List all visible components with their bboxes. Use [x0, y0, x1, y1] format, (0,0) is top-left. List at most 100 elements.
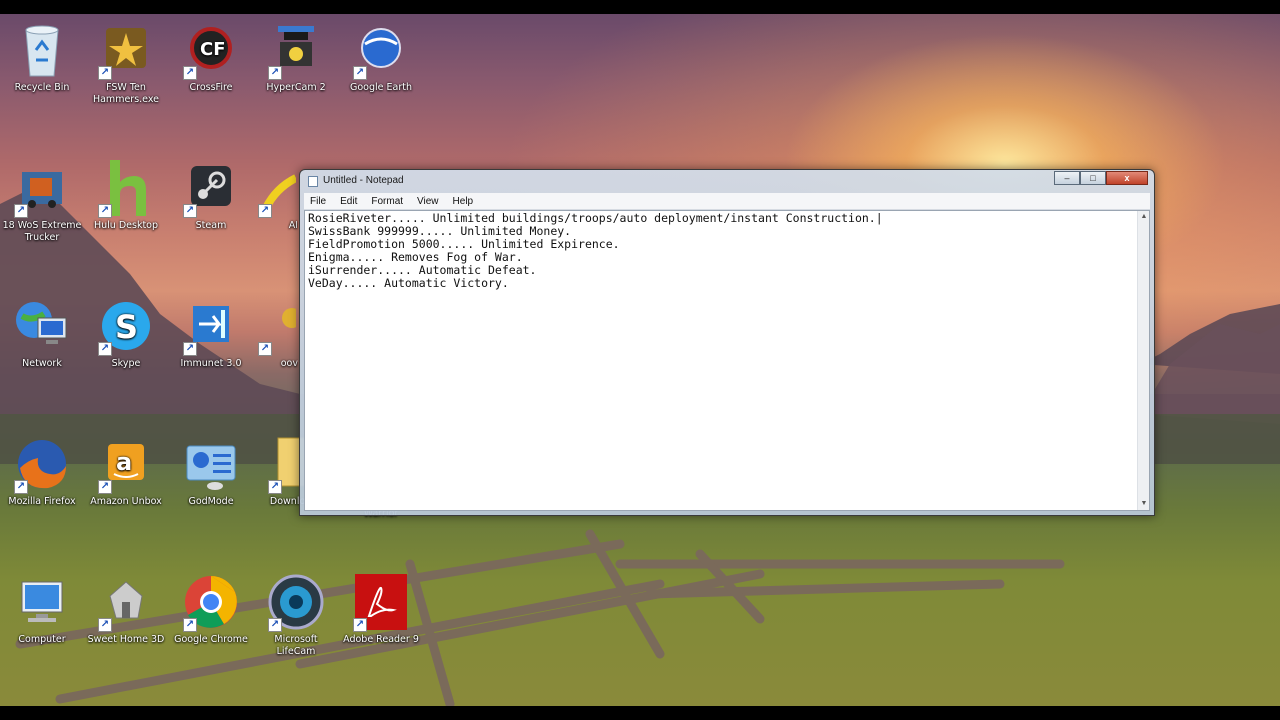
- desktop-icon-network[interactable]: Network: [0, 296, 84, 370]
- desktop-icon-computer[interactable]: Computer: [0, 572, 84, 646]
- app-icon: ↗: [256, 158, 298, 218]
- shortcut-arrow-icon: ↗: [353, 618, 367, 632]
- scroll-down-icon[interactable]: ▼: [1139, 499, 1149, 509]
- firefox-icon: ↗: [12, 434, 72, 494]
- adobe-reader-icon: ↗: [351, 572, 411, 632]
- desktop-icon-steam[interactable]: ↗ Steam: [169, 158, 253, 232]
- shortcut-arrow-icon: ↗: [258, 204, 272, 218]
- desktop-icon-label: 18 WoS Extreme Trucker: [2, 220, 82, 243]
- desktop-icon-godmode[interactable]: GodMode: [169, 434, 253, 508]
- desktop-icon-hulu-desktop[interactable]: ↗ Hulu Desktop: [84, 158, 168, 232]
- skype-icon: S ↗: [96, 296, 156, 356]
- window-controls: – □ x: [1054, 171, 1148, 185]
- desktop-icon-ai[interactable]: ↗ AI: [254, 158, 298, 232]
- lifecam-icon: ↗: [266, 572, 326, 632]
- sweet-home-icon: ↗: [96, 572, 156, 632]
- desktop-icon-label: Mozilla Firefox: [8, 496, 76, 507]
- desktop-icon-label: Computer: [18, 634, 66, 645]
- recycle-bin-icon: [12, 20, 72, 80]
- desktop-icon-label: GodMode: [188, 496, 234, 507]
- scroll-up-icon[interactable]: ▲: [1139, 212, 1149, 222]
- svg-text:S: S: [115, 308, 138, 346]
- amazon-icon: a ↗: [96, 434, 156, 494]
- desktop-icon-label: Amazon Unbox: [90, 496, 162, 507]
- shortcut-arrow-icon: ↗: [14, 480, 28, 494]
- desktop-icon-hypercam[interactable]: ↗ HyperCam 2: [254, 20, 338, 94]
- menu-edit[interactable]: Edit: [338, 196, 359, 207]
- minimize-button[interactable]: –: [1054, 171, 1080, 185]
- chrome-icon: ↗: [181, 572, 241, 632]
- desktop-icon-extreme-trucker[interactable]: ↗ 18 WoS Extreme Trucker: [0, 158, 84, 244]
- desktop-icon-firefox[interactable]: ↗ Mozilla Firefox: [0, 434, 84, 508]
- desktop-icon-label: HyperCam 2: [266, 82, 326, 93]
- desktop-icon-oov[interactable]: ↗ oov: [254, 296, 298, 370]
- fsw-star-icon: ↗: [96, 20, 156, 80]
- desktop-icon-label: Microsoft LifeCam: [274, 634, 318, 657]
- close-button[interactable]: x: [1106, 171, 1148, 185]
- editor-lines: RosieRiveter..... Unlimited buildings/tr…: [308, 212, 883, 290]
- text-line: VeDay..... Automatic Victory.: [308, 276, 509, 290]
- desktop-icon-label: Adobe Reader 9: [343, 634, 419, 645]
- google-earth-icon: ↗: [351, 20, 411, 80]
- network-icon: [12, 296, 72, 356]
- maximize-button[interactable]: □: [1080, 171, 1106, 185]
- desktop-icon-microsoft-lifecam[interactable]: ↗ Microsoft LifeCam: [254, 572, 338, 658]
- hypercam-icon: ↗: [266, 20, 326, 80]
- desktop-icon-label: FSW Ten Hammers.exe: [92, 82, 160, 105]
- desktop-icon-label: Google Chrome: [174, 634, 248, 645]
- crossfire-icon: CF ↗: [181, 20, 241, 80]
- desktop-icon-google-earth[interactable]: ↗ Google Earth: [339, 20, 423, 94]
- desktop-icon-sweet-home-3d[interactable]: ↗ Sweet Home 3D: [84, 572, 168, 646]
- app-icon: ↗: [256, 296, 298, 356]
- svg-text:CF: CF: [200, 39, 226, 60]
- desktop-icon-immunet[interactable]: ↗ Immunet 3.0: [169, 296, 253, 370]
- shortcut-arrow-icon: ↗: [183, 204, 197, 218]
- desktop-icon-label: Google Earth: [350, 82, 412, 93]
- shortcut-arrow-icon: ↗: [14, 204, 28, 218]
- shortcut-arrow-icon: ↗: [268, 66, 282, 80]
- steam-icon: ↗: [181, 158, 241, 218]
- svg-text:a: a: [116, 448, 132, 476]
- desktop-icon-label: Hulu Desktop: [93, 220, 159, 231]
- desktop-icon-adobe-reader[interactable]: ↗ Adobe Reader 9: [339, 572, 423, 646]
- desktop-icon-label: Sweet Home 3D: [87, 634, 165, 645]
- shortcut-arrow-icon: ↗: [183, 66, 197, 80]
- notepad-window: Untitled - Notepad – □ x File Edit Forma…: [299, 169, 1155, 516]
- menu-file[interactable]: File: [308, 196, 328, 207]
- shortcut-arrow-icon: ↗: [258, 342, 272, 356]
- shortcut-arrow-icon: ↗: [98, 618, 112, 632]
- vertical-scrollbar[interactable]: ▲ ▼: [1137, 211, 1149, 510]
- notepad-icon: [308, 176, 318, 187]
- menu-help[interactable]: Help: [451, 196, 476, 207]
- desktop-icon-skype[interactable]: S ↗ Skype: [84, 296, 168, 370]
- control-panel-icon: [181, 434, 241, 494]
- hulu-icon: ↗: [96, 158, 156, 218]
- shortcut-arrow-icon: ↗: [183, 342, 197, 356]
- shortcut-arrow-icon: ↗: [98, 204, 112, 218]
- shortcut-arrow-icon: ↗: [268, 480, 282, 494]
- desktop-icon-label: Recycle Bin: [14, 82, 70, 93]
- desktop-icon-label: Steam: [195, 220, 227, 231]
- desktop-icon-recycle-bin[interactable]: Recycle Bin: [0, 20, 84, 94]
- shortcut-arrow-icon: ↗: [98, 480, 112, 494]
- menu-format[interactable]: Format: [369, 196, 405, 207]
- title-bar[interactable]: Untitled - Notepad – □ x: [300, 170, 1154, 192]
- desktop-icon-amazon-unbox[interactable]: a ↗ Amazon Unbox: [84, 434, 168, 508]
- desktop-icon-crossfire[interactable]: CF ↗ CrossFire: [169, 20, 253, 94]
- shortcut-arrow-icon: ↗: [98, 342, 112, 356]
- shortcut-arrow-icon: ↗: [353, 66, 367, 80]
- shortcut-arrow-icon: ↗: [98, 66, 112, 80]
- window-title: Untitled - Notepad: [323, 175, 404, 186]
- desktop-icon-label: AI: [288, 220, 298, 231]
- immunet-icon: ↗: [181, 296, 241, 356]
- computer-icon: [12, 572, 72, 632]
- text-editor[interactable]: RosieRiveter..... Unlimited buildings/tr…: [304, 210, 1150, 511]
- desktop-icon-label: Network: [22, 358, 62, 369]
- truck-icon: ↗: [12, 158, 72, 218]
- desktop-icon-fsw-ten-hammers[interactable]: ↗ FSW Ten Hammers.exe: [84, 20, 168, 106]
- menu-view[interactable]: View: [415, 196, 441, 207]
- desktop-icon-label: CrossFire: [189, 82, 233, 93]
- shortcut-arrow-icon: ↗: [183, 618, 197, 632]
- desktop-icon-label: oov: [280, 358, 298, 369]
- desktop-icon-google-chrome[interactable]: ↗ Google Chrome: [169, 572, 253, 646]
